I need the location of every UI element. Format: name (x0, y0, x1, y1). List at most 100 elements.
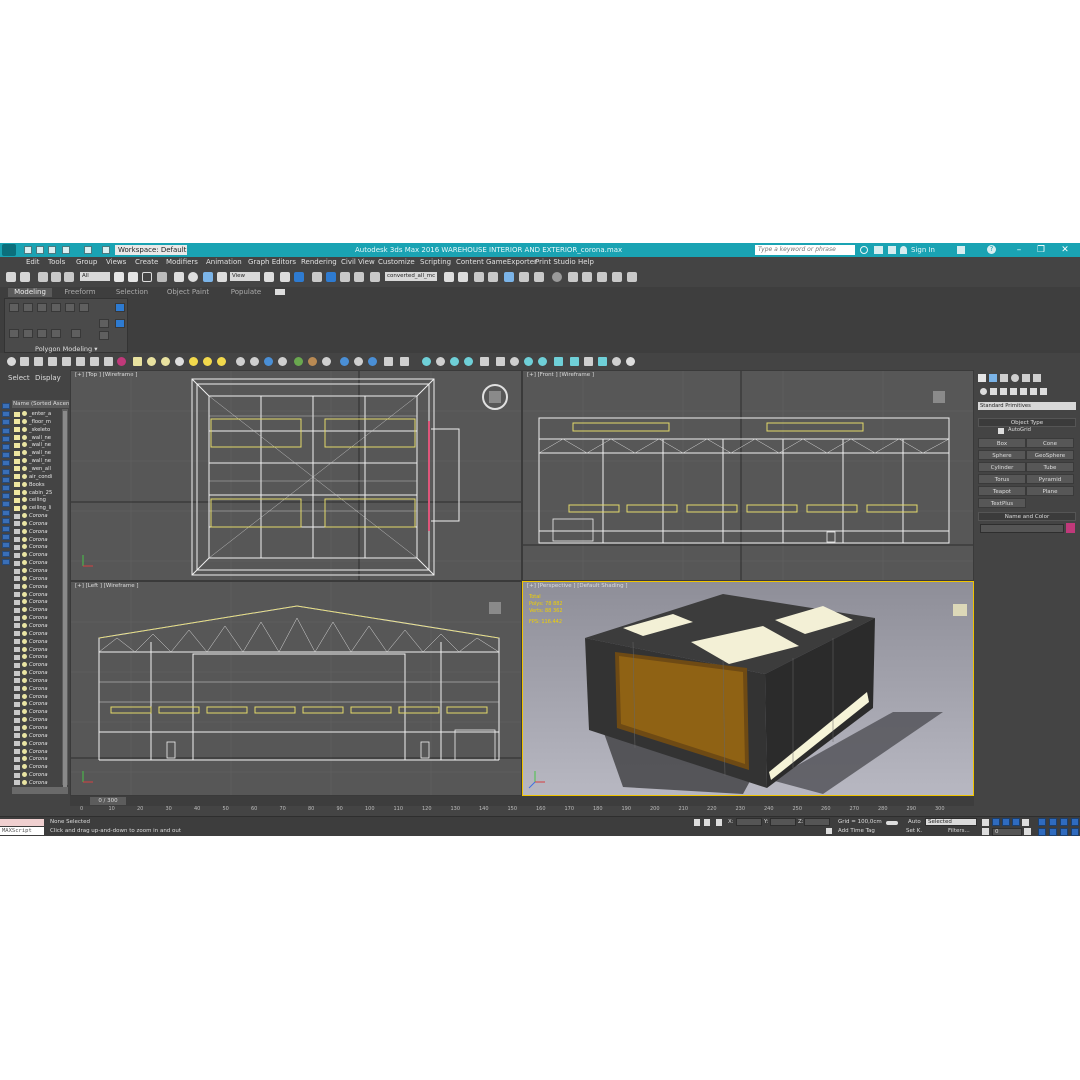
orbit-icon[interactable] (1060, 828, 1068, 836)
menu-help[interactable]: Help (578, 257, 594, 268)
object-name-field[interactable] (980, 524, 1064, 533)
explorer-filter-button[interactable] (2, 460, 10, 467)
viewport-top[interactable]: [+] [Top ] [Wireframe ] (70, 370, 522, 581)
toolbar-tool-icon[interactable] (340, 357, 349, 366)
explorer-filter-button[interactable] (2, 501, 10, 508)
toolbar-tool-icon[interactable] (90, 357, 99, 366)
maximize-viewport-icon[interactable] (1071, 828, 1079, 836)
list-item[interactable]: Corona (22, 685, 62, 693)
menu-civil-view[interactable]: Civil View (341, 257, 375, 268)
ribbon-tool-button[interactable] (51, 329, 61, 338)
motion-tab-icon[interactable] (1011, 374, 1019, 382)
toolbar-tool-icon[interactable] (612, 357, 621, 366)
utilities-tab-icon[interactable] (1033, 374, 1041, 382)
sphere-button[interactable]: Sphere (978, 450, 1026, 460)
hierarchy-tab-icon[interactable] (1000, 374, 1008, 382)
layer-explorer-icon[interactable] (488, 272, 498, 282)
toolbar-tool-icon[interactable] (584, 357, 593, 366)
toolbar-tool-icon[interactable] (480, 357, 489, 366)
auto-key-button[interactable]: Auto (908, 819, 921, 825)
app-logo-icon[interactable] (2, 244, 16, 256)
list-item[interactable]: Corona (22, 638, 62, 646)
menu-modifiers[interactable]: Modifiers (166, 257, 198, 268)
ribbon-options-icon[interactable] (275, 289, 285, 295)
explorer-filter-button[interactable] (2, 550, 10, 557)
object-color-swatch[interactable] (1066, 523, 1075, 533)
bind-space-warp-icon[interactable] (64, 272, 74, 282)
field-of-view-icon[interactable] (1038, 828, 1046, 836)
list-item[interactable]: Corona (22, 693, 62, 701)
render-setup-icon[interactable] (568, 272, 578, 282)
toolbar-tool-icon[interactable] (436, 357, 445, 366)
named-selection-dropdown[interactable]: converted_all_mc (385, 272, 437, 281)
list-item[interactable]: Corona (22, 630, 62, 638)
row-visibility-toggle[interactable] (14, 474, 20, 480)
row-visibility-toggle[interactable] (14, 670, 20, 676)
row-visibility-toggle[interactable] (14, 544, 20, 550)
selection-lock-icon[interactable] (704, 819, 710, 826)
open-file-icon[interactable] (36, 246, 44, 254)
pyramid-button[interactable]: Pyramid (1026, 474, 1074, 484)
row-visibility-toggle[interactable] (14, 490, 20, 495)
row-visibility-toggle[interactable] (14, 599, 20, 605)
schematic-view-icon[interactable] (534, 272, 544, 282)
ribbon-tool-button[interactable] (65, 303, 75, 312)
toolbar-tool-icon[interactable] (264, 357, 273, 366)
list-item[interactable]: _wall_ne (22, 441, 62, 449)
row-visibility-toggle[interactable] (14, 560, 20, 566)
explorer-filter-button[interactable] (2, 411, 10, 418)
maxscript-input[interactable]: MAXScript (0, 827, 44, 835)
row-visibility-toggle[interactable] (14, 780, 20, 786)
z-coordinate-field[interactable] (804, 818, 830, 826)
render-in-cloud-icon[interactable] (627, 272, 637, 282)
explorer-filter-button[interactable] (2, 427, 10, 434)
ribbon-tool-button[interactable] (23, 329, 33, 338)
ribbon-tool-button[interactable] (23, 303, 33, 312)
cameras-icon[interactable] (1010, 388, 1017, 395)
row-visibility-toggle[interactable] (14, 584, 20, 590)
explorer-filter-button[interactable] (2, 435, 10, 442)
maximize-button[interactable]: ❐ (1030, 243, 1052, 257)
tab-select[interactable]: Select (8, 374, 30, 382)
row-visibility-toggle[interactable] (14, 654, 20, 660)
binoculars-icon[interactable] (874, 246, 883, 254)
lightbulb-icon[interactable] (626, 357, 635, 366)
torus-button[interactable]: Torus (978, 474, 1026, 484)
menu-graph-editors[interactable]: Graph Editors (248, 257, 296, 268)
cone-button[interactable]: Cone (1026, 438, 1074, 448)
toolbar-tool-icon[interactable] (464, 357, 473, 366)
plane-button[interactable]: Plane (1026, 486, 1074, 496)
snaps-toggle-icon[interactable] (312, 272, 322, 282)
helpers-icon[interactable] (1020, 388, 1027, 395)
systems-icon[interactable] (1040, 388, 1047, 395)
list-item[interactable]: _floor_m (22, 418, 62, 426)
search-input[interactable]: Type a keyword or phrase (755, 245, 855, 255)
list-item[interactable]: ceiling (22, 496, 62, 504)
list-item[interactable]: _wall_ne (22, 434, 62, 442)
explorer-horizontal-scrollbar[interactable] (12, 787, 68, 794)
name-and-color-rollout[interactable]: Name and Color (978, 512, 1076, 521)
row-visibility-toggle[interactable] (14, 694, 20, 700)
list-item[interactable]: Corona (22, 740, 62, 748)
viewport-perspective[interactable]: [+] [Perspective ] [Default Shading ] To… (522, 581, 974, 796)
toolbar-tool-icon[interactable] (510, 357, 519, 366)
tab-populate[interactable]: Populate (226, 288, 266, 297)
geosphere-button[interactable]: GeoSphere (1026, 450, 1074, 460)
time-slider-thumb[interactable]: 0 / 300 (90, 797, 126, 805)
row-visibility-toggle[interactable] (14, 419, 20, 425)
row-visibility-toggle[interactable] (14, 686, 20, 692)
ribbon-tool-button[interactable] (9, 303, 19, 312)
list-item[interactable]: Corona (22, 771, 62, 779)
y-coordinate-field[interactable] (770, 818, 796, 826)
explorer-filter-button[interactable] (2, 534, 10, 541)
row-visibility-toggle[interactable] (14, 733, 20, 739)
toolbar-tool-icon[interactable] (20, 357, 29, 366)
user-icon[interactable] (900, 246, 907, 254)
play-icon[interactable] (1002, 818, 1010, 826)
render-iterative-icon[interactable] (612, 272, 622, 282)
list-item[interactable]: ceiling_li (22, 504, 62, 512)
align-icon[interactable] (458, 272, 468, 282)
next-frame-icon[interactable] (1012, 818, 1020, 826)
ribbon-tool-button[interactable] (99, 319, 109, 328)
list-item[interactable]: Corona (22, 763, 62, 771)
